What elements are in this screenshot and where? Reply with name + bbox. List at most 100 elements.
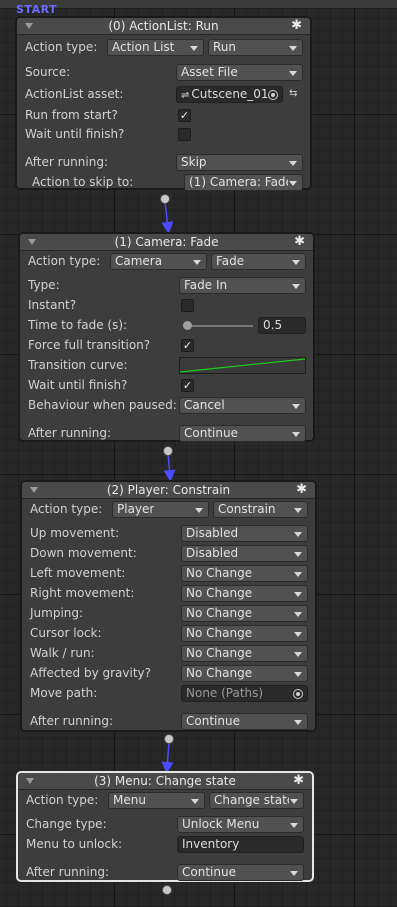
move-path-field[interactable]: None (Paths) [181, 685, 308, 702]
gear-icon[interactable]: ✱ [293, 773, 304, 789]
row-after-running: After running: Continue [30, 712, 308, 730]
row-up-movement: Up movement: Disabled [30, 524, 308, 542]
after-running-dropdown[interactable]: Continue [177, 864, 304, 881]
chevron-down-icon [294, 632, 302, 637]
node-header[interactable]: (1) Camera: Fade ✱ [20, 234, 313, 251]
row-after-running: After running: Continue [26, 863, 304, 881]
output-socket[interactable] [164, 734, 174, 744]
field-label: Cursor lock: [30, 626, 102, 640]
chevron-down-icon [294, 508, 302, 513]
after-running-dropdown[interactable]: Skip [176, 154, 303, 171]
row-type: Type: Fade In [28, 276, 306, 294]
output-socket[interactable] [163, 446, 173, 456]
time-slider-knob[interactable] [183, 321, 192, 330]
after-running-dropdown[interactable]: Continue [179, 425, 306, 442]
action-category-dropdown[interactable]: Player [112, 501, 209, 518]
link-icon[interactable]: ⇆ [289, 85, 297, 103]
field-label: After running: [28, 426, 111, 440]
row-menu-to-unlock: Menu to unlock: Inventory [26, 835, 304, 853]
row-time-to-fade: Time to fade (s): 0.5 [28, 316, 306, 334]
checkmark-icon: ✓ [182, 379, 193, 392]
collapse-triangle-icon[interactable] [28, 239, 36, 245]
output-socket[interactable] [160, 194, 170, 204]
up-movement-dropdown[interactable]: Disabled [181, 525, 308, 542]
after-running-dropdown[interactable]: Continue [181, 713, 308, 730]
action-subtype-dropdown[interactable]: Change state [209, 792, 304, 809]
action-node-0[interactable]: (0) ActionList: Run ✱ Action type: Actio… [15, 16, 312, 191]
action-category-dropdown[interactable]: Menu [108, 792, 205, 809]
row-source: Source: Asset File [25, 63, 303, 81]
field-label: After running: [25, 155, 108, 169]
wait-until-finish-checkbox[interactable] [178, 128, 191, 141]
field-label: Instant? [28, 298, 77, 312]
menu-to-unlock-input[interactable]: Inventory [177, 836, 304, 853]
row-move-path: Move path: None (Paths) [30, 684, 308, 702]
chevron-down-icon [294, 720, 302, 725]
gear-icon[interactable]: ✱ [291, 18, 302, 34]
row-jumping: Jumping: No Change [30, 604, 308, 622]
action-category-dropdown[interactable]: Camera [110, 253, 207, 270]
object-picker-icon[interactable] [268, 90, 278, 100]
node-title: (1) Camera: Fade [114, 235, 219, 249]
asset-file-icon: ⇌ [181, 90, 190, 101]
chevron-down-icon [294, 652, 302, 657]
chevron-down-icon [289, 71, 297, 76]
field-label: After running: [26, 865, 109, 879]
start-label: START [16, 3, 58, 16]
gear-icon[interactable]: ✱ [294, 234, 305, 250]
node-header[interactable]: (2) Player: Constrain ✱ [22, 482, 315, 499]
chevron-down-icon [292, 432, 300, 437]
chevron-down-icon [290, 823, 298, 828]
gear-icon[interactable]: ✱ [296, 482, 307, 498]
action-subtype-dropdown[interactable]: Constrain [213, 501, 308, 518]
row-run-from-start: Run from start? ✓ [25, 106, 302, 124]
run-from-start-checkbox[interactable]: ✓ [178, 109, 191, 122]
action-node-2[interactable]: (2) Player: Constrain ✱ Action type: Pla… [20, 480, 317, 732]
node-header[interactable]: (3) Menu: Change state ✱ [18, 773, 312, 790]
transition-curve-field[interactable] [179, 357, 306, 374]
chevron-down-icon [294, 612, 302, 617]
field-label: Force full transition? [28, 338, 151, 352]
gravity-dropdown[interactable]: No Change [181, 665, 308, 682]
action-subtype-dropdown[interactable]: Run [208, 39, 303, 56]
right-movement-dropdown[interactable]: No Change [181, 585, 308, 602]
down-movement-dropdown[interactable]: Disabled [181, 545, 308, 562]
action-subtype-dropdown[interactable]: Fade [211, 253, 306, 270]
collapse-triangle-icon[interactable] [25, 23, 33, 29]
actionlist-asset-field[interactable]: ⇌ Cutscene_01 [176, 86, 283, 103]
time-slider-track[interactable] [183, 325, 253, 327]
change-type-dropdown[interactable]: Unlock Menu [177, 816, 304, 833]
action-category-dropdown[interactable]: Action List [107, 39, 204, 56]
row-wait-until-finish: Wait until finish? [25, 125, 302, 143]
field-label: Action type: [28, 254, 101, 268]
force-full-transition-checkbox[interactable]: ✓ [181, 339, 194, 352]
wait-until-finish-checkbox[interactable]: ✓ [181, 379, 194, 392]
walk-run-dropdown[interactable]: No Change [181, 645, 308, 662]
row-behaviour-paused: Behaviour when paused: Cancel [28, 396, 306, 414]
field-label: Action to skip to: [32, 175, 134, 189]
field-label: Affected by gravity? [30, 666, 152, 680]
field-label: Jumping: [30, 606, 84, 620]
collapse-triangle-icon[interactable] [30, 487, 38, 493]
jumping-dropdown[interactable]: No Change [181, 605, 308, 622]
left-movement-dropdown[interactable]: No Change [181, 565, 308, 582]
field-label: Wait until finish? [25, 127, 125, 141]
skip-to-dropdown[interactable]: (1) Camera: Fade [184, 174, 303, 191]
output-socket[interactable] [162, 885, 172, 895]
action-node-3[interactable]: (3) Menu: Change state ✱ Action type: Me… [16, 771, 314, 882]
collapse-triangle-icon[interactable] [26, 778, 34, 784]
cursor-lock-dropdown[interactable]: No Change [181, 625, 308, 642]
field-label: Transition curve: [28, 358, 128, 372]
node-header[interactable]: (0) ActionList: Run ✱ [17, 18, 310, 35]
row-actionlist-asset: ActionList asset: ⇌ Cutscene_01 ⇆ [25, 85, 302, 103]
row-down-movement: Down movement: Disabled [30, 544, 308, 562]
instant-checkbox[interactable] [181, 299, 194, 312]
action-node-1[interactable]: (1) Camera: Fade ✱ Action type: Camera F… [18, 232, 315, 442]
behaviour-when-paused-dropdown[interactable]: Cancel [179, 397, 306, 414]
field-label: After running: [30, 714, 113, 728]
chevron-down-icon [292, 404, 300, 409]
fade-type-dropdown[interactable]: Fade In [179, 277, 306, 294]
time-to-fade-input[interactable]: 0.5 [258, 317, 306, 334]
object-picker-icon[interactable] [293, 689, 303, 699]
source-dropdown[interactable]: Asset File [176, 64, 303, 81]
